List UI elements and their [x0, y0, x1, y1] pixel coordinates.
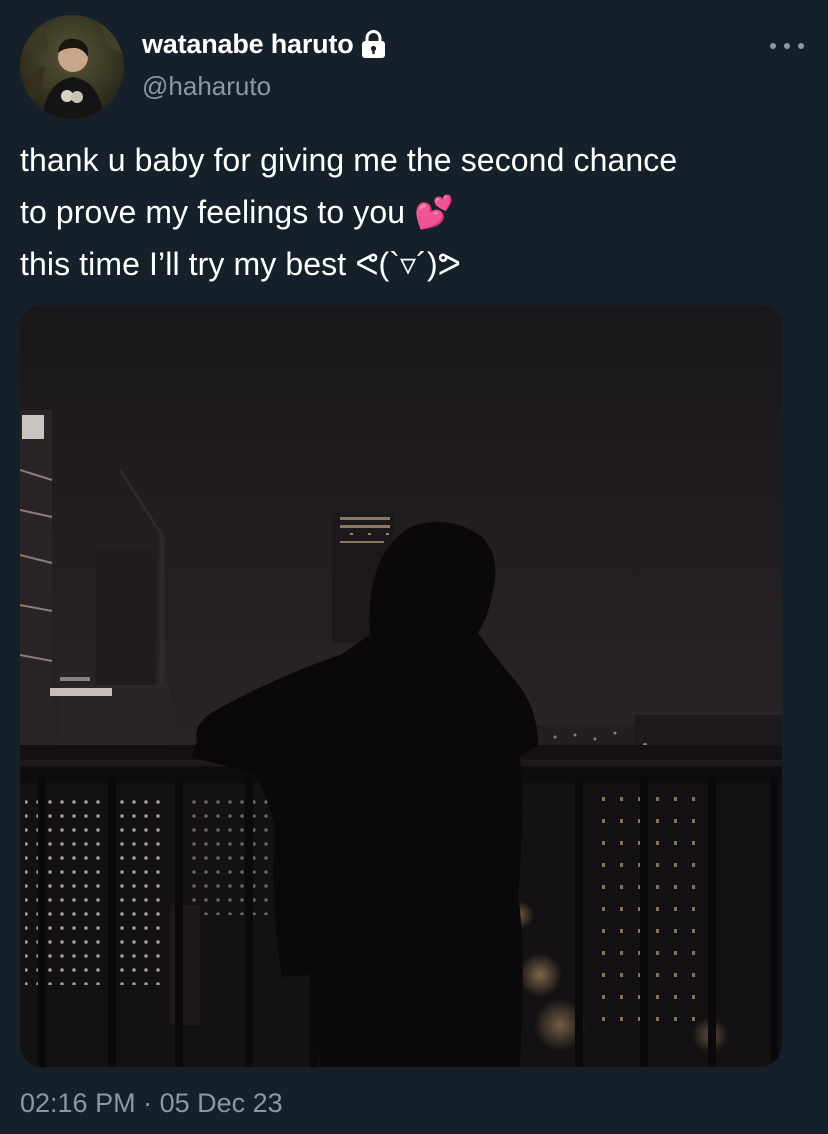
tweet-date[interactable]: 05 Dec 23 — [160, 1088, 283, 1118]
tweet-text: thank u baby for giving me the second ch… — [20, 134, 815, 290]
tweet-time[interactable]: 02:16 PM — [20, 1088, 136, 1118]
tweet-text-line: thank u baby for giving me the second ch… — [20, 142, 678, 178]
timestamp-separator: · — [135, 1088, 160, 1118]
tweet-text-line: to prove my feelings to you 💕 — [20, 194, 455, 230]
author-handle[interactable]: @haharuto — [142, 71, 271, 102]
more-horizontal-icon[interactable] — [770, 36, 804, 56]
profile-avatar[interactable] — [20, 15, 124, 119]
author-name-row: watanabe haruto — [142, 26, 387, 62]
tweet-photo[interactable] — [20, 305, 782, 1067]
tweet-timestamp: 02:16 PM · 05 Dec 23 — [20, 1088, 283, 1119]
tweet-text-line: this time I’ll try my best ᕙ(`▿´)ᕗ — [20, 246, 462, 282]
lock-icon — [360, 29, 387, 59]
author-display-name[interactable]: watanabe haruto — [142, 29, 354, 60]
